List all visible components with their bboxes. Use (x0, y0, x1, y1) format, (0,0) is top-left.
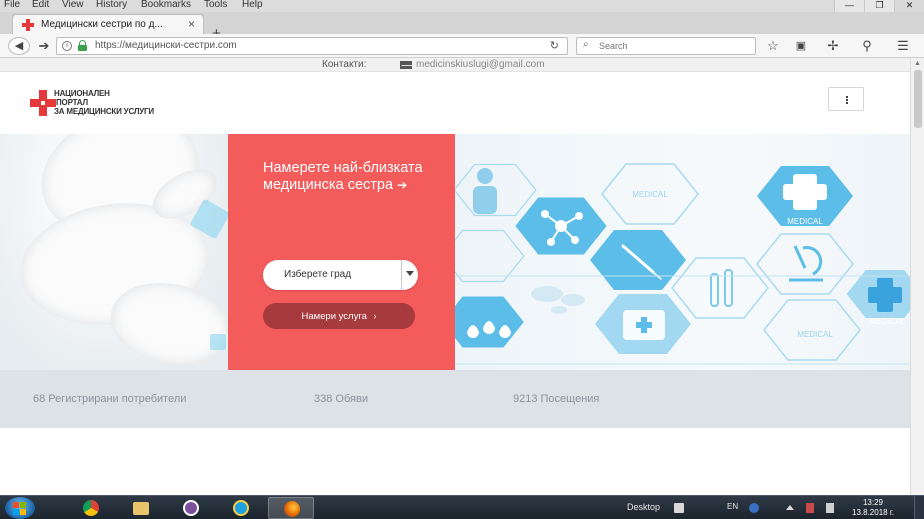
desktop-toolbar-label[interactable]: Desktop (627, 502, 660, 512)
lock-icon (78, 40, 87, 51)
address-bar[interactable]: i https://медицински-сестри.com ↻ (56, 37, 568, 55)
menu-view[interactable]: View (62, 0, 84, 10)
menu-help[interactable]: Help (242, 0, 263, 10)
medical-cross-icon (30, 90, 56, 116)
stats-bar: 68 Регистрирани потребители 338 Обяви 92… (0, 370, 910, 428)
bookmark-star-icon[interactable]: ☆ (764, 38, 782, 54)
contact-label: Контакти: (322, 59, 367, 70)
menu-bookmarks[interactable]: Bookmarks (141, 0, 191, 10)
find-service-button[interactable]: Намери услуга › (263, 303, 415, 329)
hex-label: MEDICAL (787, 217, 823, 226)
show-desktop-button[interactable] (914, 496, 924, 519)
stat-visits: 9213 Посещения (513, 393, 600, 405)
help-icon[interactable] (749, 503, 759, 513)
url-text[interactable]: https://медицински-сестри.com (95, 40, 237, 51)
menu-history[interactable]: History (96, 0, 127, 10)
speaker-icon[interactable] (826, 503, 834, 513)
network-icon[interactable] (674, 503, 684, 513)
hex-label: MEDICAL (869, 317, 905, 326)
logo-text: НАЦИОНАЛЕН ПОРТАЛ ЗА МЕДИЦИНСКИ УСЛУГИ (54, 89, 154, 116)
menu-tools[interactable]: Tools (204, 0, 227, 10)
firefox-icon (284, 501, 300, 517)
menu-edit[interactable]: Edit (32, 0, 49, 10)
tab-bar: Медицински сестри по д... × + (0, 12, 924, 41)
tab-close-icon[interactable]: × (188, 17, 195, 31)
forward-button[interactable]: ➔ (34, 37, 54, 55)
hero-photo-gloves (0, 134, 238, 370)
navigation-toolbar: ◀ ➔ i https://медицински-сестри.com ↻ ⌕ … (0, 34, 924, 58)
library-icon[interactable]: ▣ (792, 38, 810, 54)
chevron-right-icon: › (373, 311, 377, 321)
maximize-button[interactable]: ❐ (864, 0, 894, 12)
hero-heading: Намерете най-близката медицинска сестра … (263, 160, 423, 193)
city-select-value: Изберете град (284, 269, 352, 280)
menu-bar: File Edit View History Bookmarks Tools H… (0, 0, 924, 12)
scroll-up-icon[interactable]: ▲ (914, 60, 921, 67)
chrome-icon (83, 500, 99, 516)
taskbar-file-explorer[interactable] (118, 497, 164, 519)
search-input[interactable] (599, 38, 749, 54)
stat-registered-users: 68 Регистрирани потребители (33, 393, 187, 405)
internet-explorer-icon (233, 500, 249, 516)
file-explorer-icon (133, 502, 149, 515)
city-select[interactable]: Изберете град (263, 260, 418, 290)
action-center-flag-icon[interactable] (806, 503, 814, 513)
hero-medical-graphic: MEDICAL MEDICAL MEDICAL MEDICAL (455, 134, 910, 370)
mail-icon (400, 61, 412, 69)
hex-label: MEDICAL (632, 190, 668, 199)
page-scrollbar[interactable]: ▲ (910, 58, 924, 495)
back-button[interactable]: ◀ (8, 37, 30, 55)
stat-listings: 338 Обяви (314, 393, 368, 405)
hex-label: MEDICAL (797, 330, 833, 339)
taskbar-chrome[interactable] (68, 497, 114, 519)
info-icon[interactable]: i (62, 41, 72, 51)
arrow-right-icon: ➔ (397, 178, 408, 192)
scrollbar-thumb[interactable] (914, 70, 922, 128)
browser-tab[interactable]: Медицински сестри по д... × (12, 14, 204, 34)
viber-icon (183, 500, 199, 516)
search-panel: Намерете най-близката медицинска сестра … (228, 134, 455, 370)
hamburger-menu-icon[interactable]: ☰ (894, 38, 912, 54)
language-indicator[interactable]: EN (727, 502, 738, 511)
site-logo[interactable]: НАЦИОНАЛЕН ПОРТАЛ ЗА МЕДИЦИНСКИ УСЛУГИ (30, 88, 190, 118)
taskbar-internet-explorer[interactable] (218, 497, 264, 519)
contact-bar: Контакти: medicinskiuslugi@gmail.com (0, 58, 910, 72)
contact-email-link[interactable]: medicinskiuslugi@gmail.com (416, 59, 545, 70)
web-page: Контакти: medicinskiuslugi@gmail.com НАЦ… (0, 58, 910, 495)
medical-hexagon-graphic: MEDICAL MEDICAL MEDICAL MEDICAL (455, 163, 910, 365)
search-box[interactable]: ⌕ (576, 37, 756, 55)
find-icon[interactable]: ⚲ (858, 38, 876, 54)
start-button[interactable] (5, 497, 35, 519)
reload-icon[interactable]: ↻ (550, 39, 559, 52)
site-menu-button[interactable] (828, 87, 864, 111)
menu-file[interactable]: File (4, 0, 20, 10)
hero-section: MEDICAL MEDICAL MEDICAL MEDICAL Намерете… (0, 134, 910, 370)
taskbar-firefox[interactable] (268, 497, 314, 519)
close-window-button[interactable]: ✕ (894, 0, 924, 12)
site-favicon-icon (22, 19, 34, 31)
system-clock[interactable]: 13:29 13.8.2018 г. (852, 498, 894, 518)
windows-taskbar: Desktop EN 13:29 13.8.2018 г. (0, 495, 924, 519)
window-controls: — ❐ ✕ (834, 0, 924, 12)
minimize-button[interactable]: — (834, 0, 864, 12)
tab-title: Медицински сестри по д... (41, 19, 163, 30)
site-header: НАЦИОНАЛЕН ПОРТАЛ ЗА МЕДИЦИНСКИ УСЛУГИ (0, 72, 910, 134)
show-hidden-icons-icon[interactable] (786, 505, 794, 510)
search-icon: ⌕ (583, 39, 589, 50)
taskbar-viber[interactable] (168, 497, 214, 519)
caret-down-icon[interactable] (406, 271, 414, 276)
pocket-icon[interactable]: ✢ (824, 38, 842, 54)
